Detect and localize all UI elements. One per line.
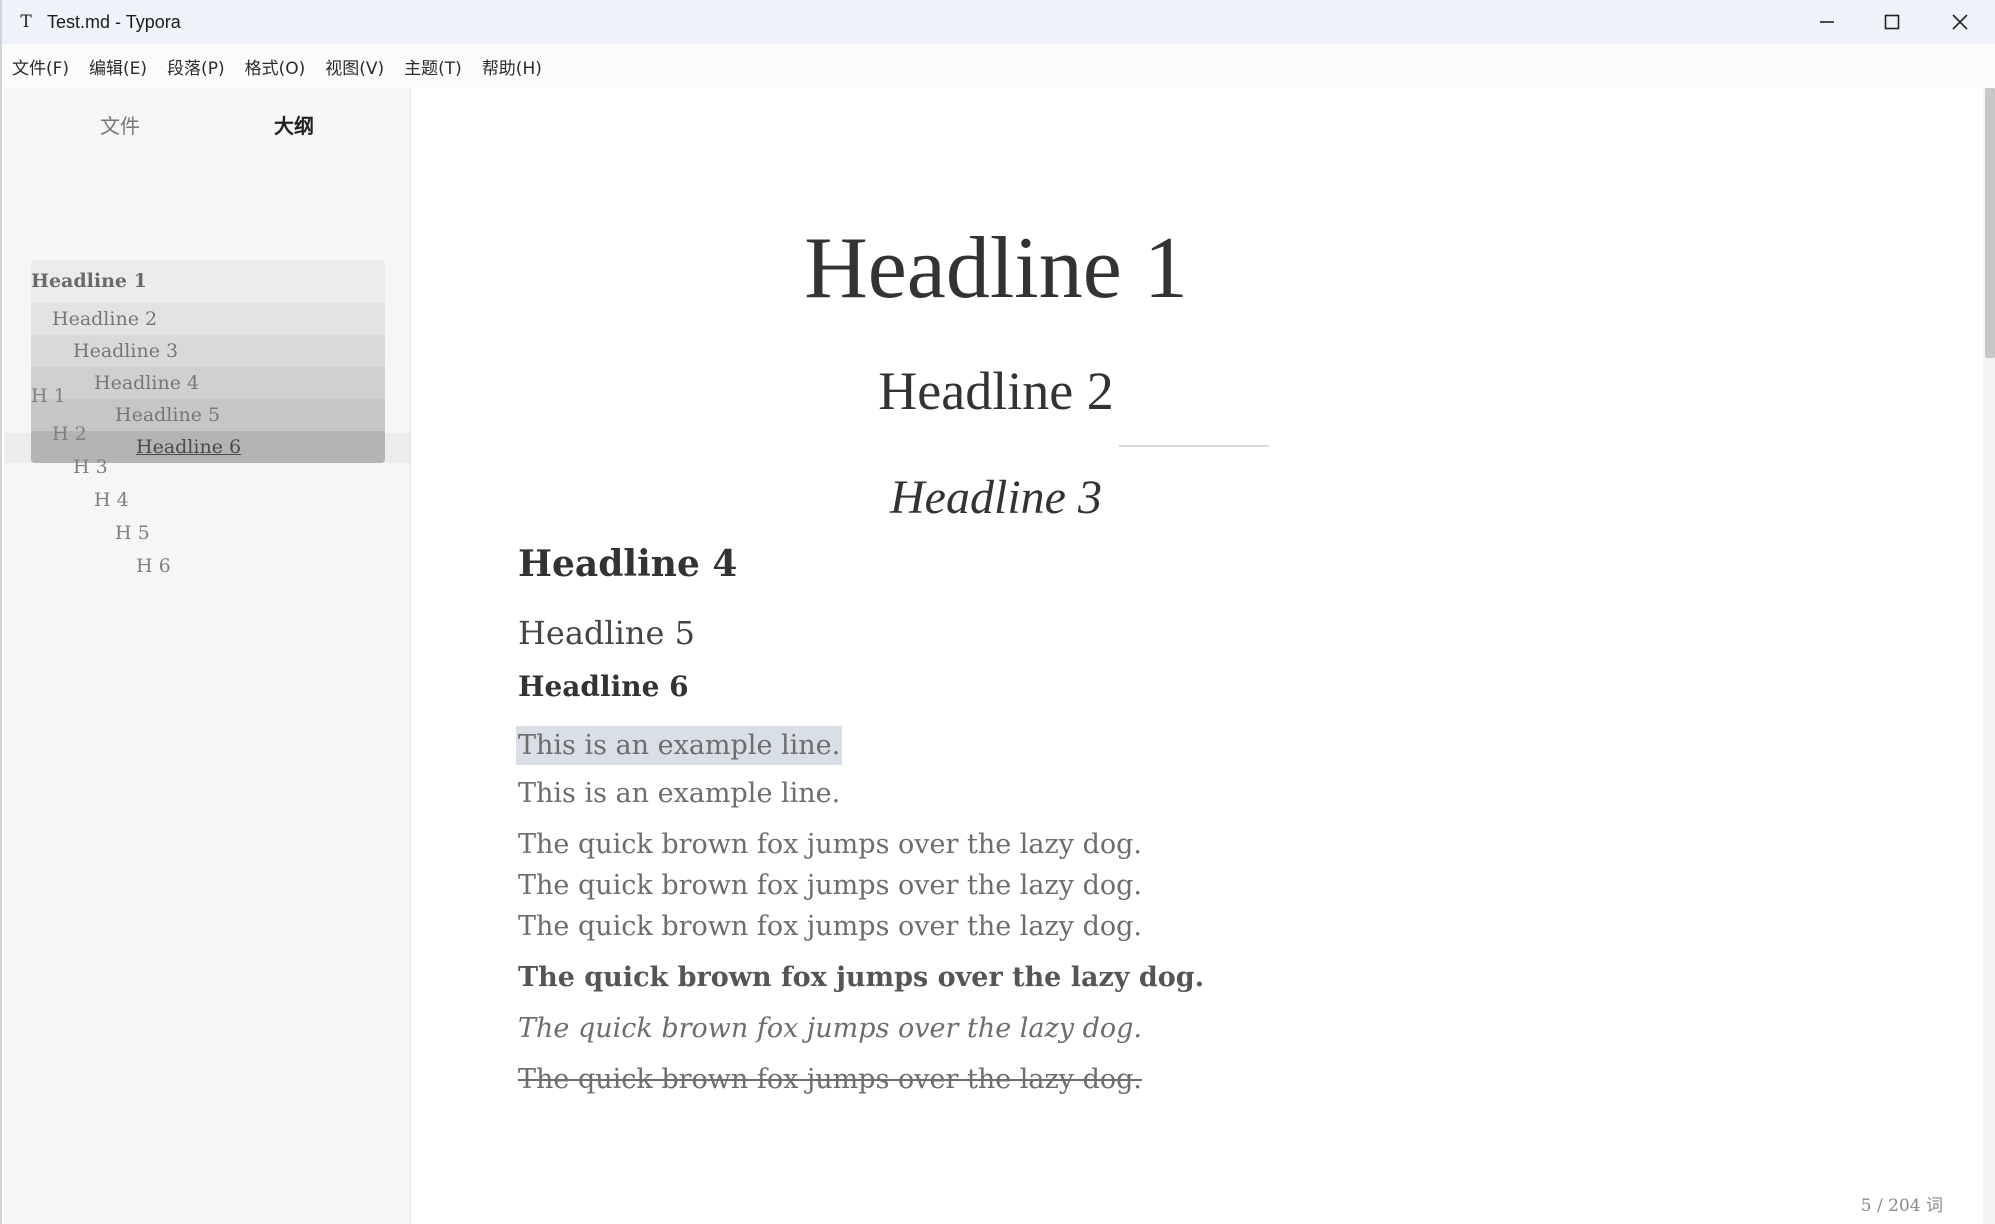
menu-paragraph[interactable]: 段落(P) — [167, 54, 225, 79]
heading-3[interactable]: Headline 3 — [411, 474, 1581, 522]
minimize-button[interactable] — [1792, 0, 1862, 44]
tab-files[interactable]: 文件 — [57, 110, 183, 156]
outline-item-h3[interactable]: Headline 3 — [31, 335, 385, 367]
outline-item-h4[interactable]: Headline 4 — [31, 367, 385, 399]
fox-line-strikethrough[interactable]: The quick brown fox jumps over the lazy … — [518, 1064, 1142, 1095]
typora-window: T Test.md - Typora 文件(F) 编辑(E) 段落(P) 格式(… — [0, 0, 1995, 1224]
heading-5[interactable]: Headline 5 — [518, 614, 695, 652]
heading-1[interactable]: Headline 1 — [411, 225, 1581, 313]
example-line-highlighted[interactable]: This is an example line. — [516, 726, 843, 765]
sidebar: 文件 大纲 Headline 1 Headline 2 Headline 3 H… — [4, 88, 492, 1224]
heading-6[interactable]: Headline 6 — [518, 670, 689, 703]
outline-item-plain-h3[interactable]: H 3 — [73, 456, 108, 478]
close-icon — [1952, 14, 1968, 30]
outline-item-plain-h4[interactable]: H 4 — [94, 489, 129, 511]
outline-item-plain-h2[interactable]: H 2 — [52, 423, 87, 445]
outline-item-plain-h5[interactable]: H 5 — [115, 522, 150, 544]
heading-4[interactable]: Headline 4 — [518, 543, 737, 585]
menu-help[interactable]: 帮助(H) — [482, 54, 542, 79]
outline-item-plain-h1[interactable]: H 1 — [31, 385, 66, 407]
word-count[interactable]: 5 / 204 词 — [1861, 1191, 1943, 1216]
outline-item-h1[interactable]: Headline 1 — [31, 260, 385, 303]
minimize-icon — [1820, 21, 1834, 23]
menu-edit[interactable]: 编辑(E) — [89, 54, 147, 79]
menu-format[interactable]: 格式(O) — [245, 54, 306, 79]
outline-item-plain-h6[interactable]: H 6 — [136, 555, 171, 577]
heading-2[interactable]: Headline 2 — [411, 364, 1581, 418]
fox-line-3[interactable]: The quick brown fox jumps over the lazy … — [518, 911, 1142, 942]
maximize-button[interactable] — [1857, 0, 1927, 44]
maximize-icon — [1884, 14, 1900, 30]
fox-line-1[interactable]: The quick brown fox jumps over the lazy … — [518, 829, 1142, 860]
fox-line-2[interactable]: The quick brown fox jumps over the lazy … — [518, 870, 1142, 901]
menu-theme[interactable]: 主题(T) — [404, 54, 462, 79]
tab-outline[interactable]: 大纲 — [231, 110, 357, 156]
title-bar[interactable]: T Test.md - Typora — [2, 0, 1995, 44]
fox-line-italic[interactable]: The quick brown fox jumps over the lazy … — [518, 1013, 1142, 1044]
outline-item-h2[interactable]: Headline 2 — [31, 303, 385, 335]
close-button[interactable] — [1925, 0, 1995, 44]
menu-file[interactable]: 文件(F) — [12, 54, 69, 79]
example-line[interactable]: This is an example line. — [518, 778, 840, 809]
heading-2-underline — [1119, 445, 1269, 447]
scrollbar-thumb[interactable] — [1985, 88, 1995, 358]
fox-line-bold[interactable]: The quick brown fox jumps over the lazy … — [518, 962, 1204, 993]
menu-view[interactable]: 视图(V) — [325, 54, 384, 79]
editor-pane[interactable]: Headline 1 Headline 2 Headline 3 Headlin… — [411, 88, 1983, 1224]
menu-bar: 文件(F) 编辑(E) 段落(P) 格式(O) 视图(V) 主题(T) 帮助(H… — [2, 44, 1995, 88]
typora-app-icon: T — [20, 12, 32, 32]
sidebar-tabs: 文件 大纲 — [4, 88, 410, 158]
window-title: Test.md - Typora — [47, 12, 181, 32]
sidebar-footer — [4, 1178, 492, 1224]
